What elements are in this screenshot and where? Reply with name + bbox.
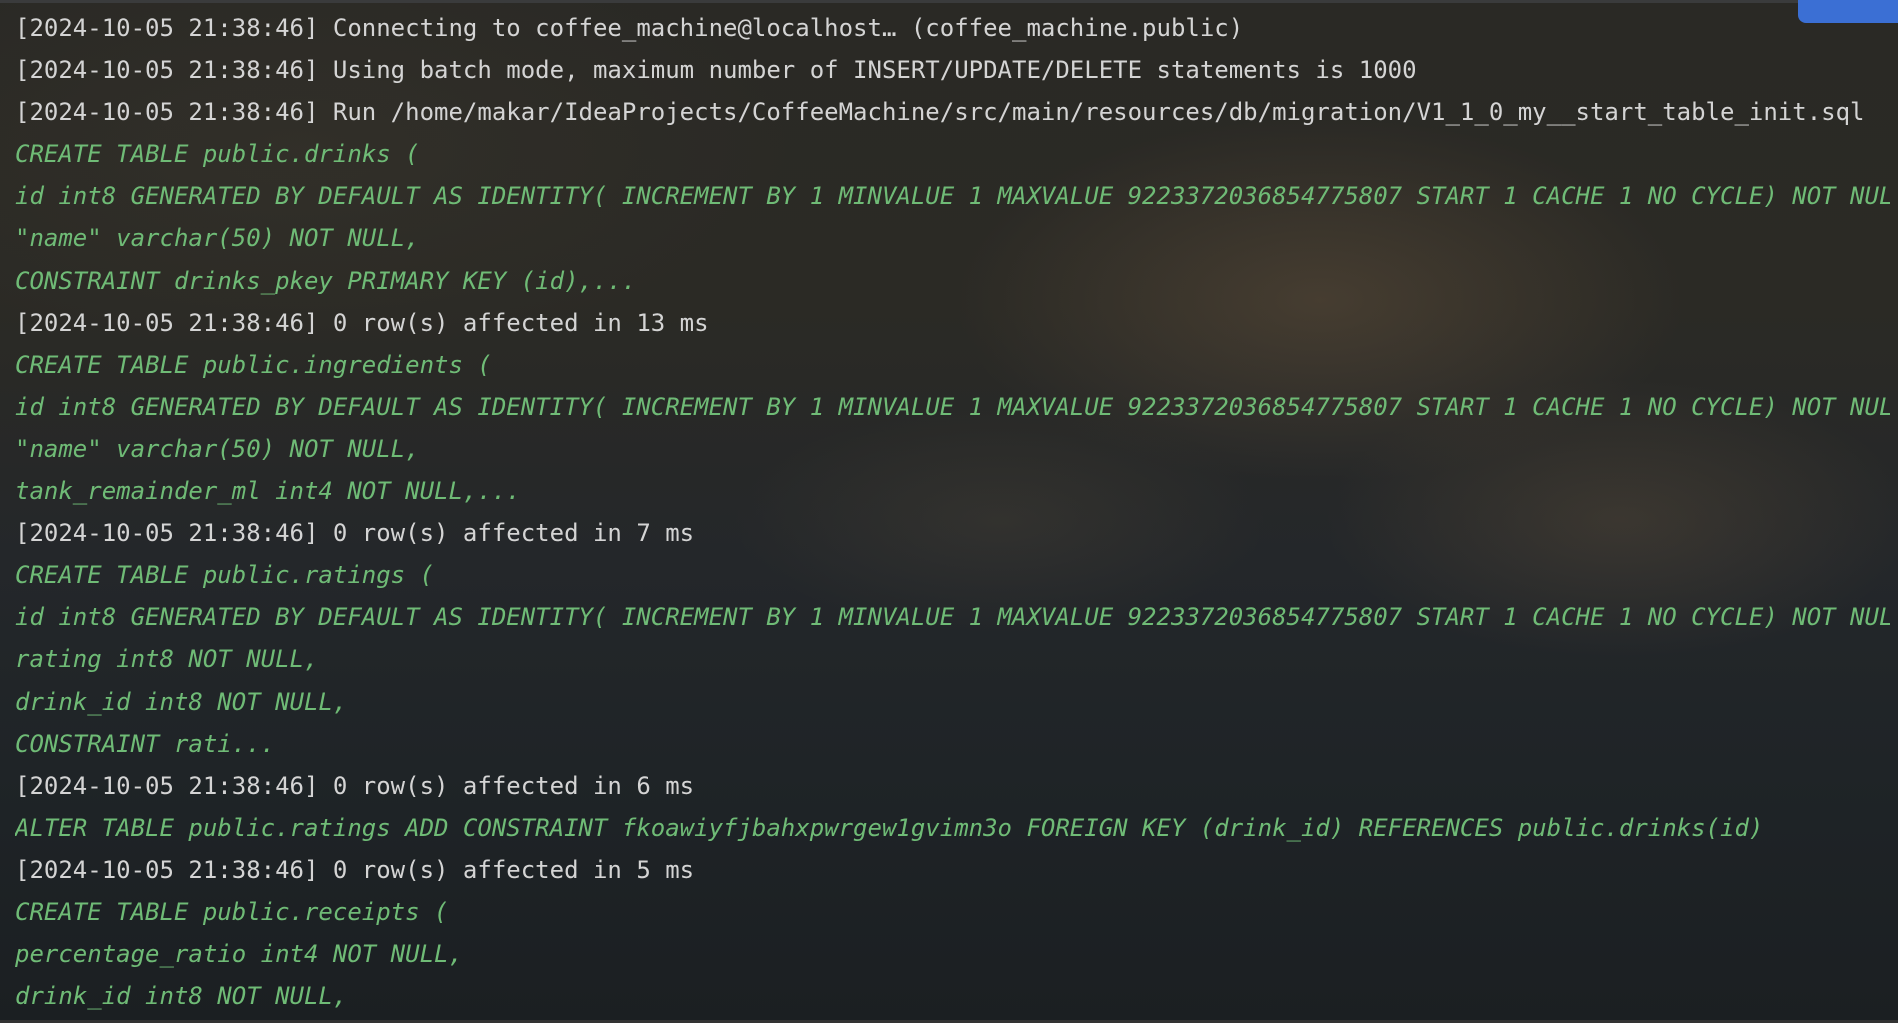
console-line-sql: id int8 GENERATED BY DEFAULT AS IDENTITY…	[15, 392, 1890, 421]
console-line-sql: "name" varchar(50) NOT NULL,	[15, 434, 420, 463]
console-line-log: [2024-10-05 21:38:46] 0 row(s) affected …	[15, 308, 709, 337]
console-line-log: [2024-10-05 21:38:46] 0 row(s) affected …	[15, 855, 695, 884]
console-line-sql: "name" varchar(50) NOT NULL,	[15, 224, 420, 253]
console-line-log: [2024-10-05 21:38:46] 0 row(s) affected …	[15, 771, 695, 800]
console-output[interactable]: [2024-10-05 21:38:46] Connecting to coff…	[15, 7, 1890, 1017]
console-line-sql: rating int8 NOT NULL,	[15, 645, 319, 674]
console-line-sql: id int8 GENERATED BY DEFAULT AS IDENTITY…	[15, 603, 1890, 632]
console-line-sql: id int8 GENERATED BY DEFAULT AS IDENTITY…	[15, 182, 1890, 211]
console-line-sql: CONSTRAINT rati...	[15, 729, 276, 758]
console-line-sql: CONSTRAINT drinks_pkey PRIMARY KEY (id),…	[15, 266, 637, 295]
console-line-log: [2024-10-05 21:38:46] Run /home/makar/Id…	[15, 98, 1865, 127]
console-line-sql: drink_id int8 NOT NULL,	[15, 982, 348, 1011]
console-line-sql: CREATE TABLE public.ratings (	[15, 561, 435, 590]
console-line-log: [2024-10-05 21:38:46] Connecting to coff…	[15, 14, 1244, 42]
console-line-sql: CREATE TABLE public.drinks (	[15, 140, 420, 169]
console-line-sql: tank_remainder_ml int4 NOT NULL,...	[15, 477, 521, 506]
window-top-border	[0, 0, 1898, 3]
console-line-log: [2024-10-05 21:38:46] Using batch mode, …	[15, 56, 1417, 85]
console-line-sql: CREATE TABLE public.receipts (	[15, 897, 449, 926]
console-line-sql: drink_id int8 NOT NULL,	[15, 687, 348, 716]
console-line-log: [2024-10-05 21:38:46] 0 row(s) affected …	[15, 519, 695, 548]
console-line-sql: ALTER TABLE public.ratings ADD CONSTRAIN…	[15, 813, 1764, 842]
console-line-sql: CREATE TABLE public.ingredients (	[15, 350, 492, 379]
console-line-sql: percentage_ratio int4 NOT NULL,	[15, 940, 463, 969]
